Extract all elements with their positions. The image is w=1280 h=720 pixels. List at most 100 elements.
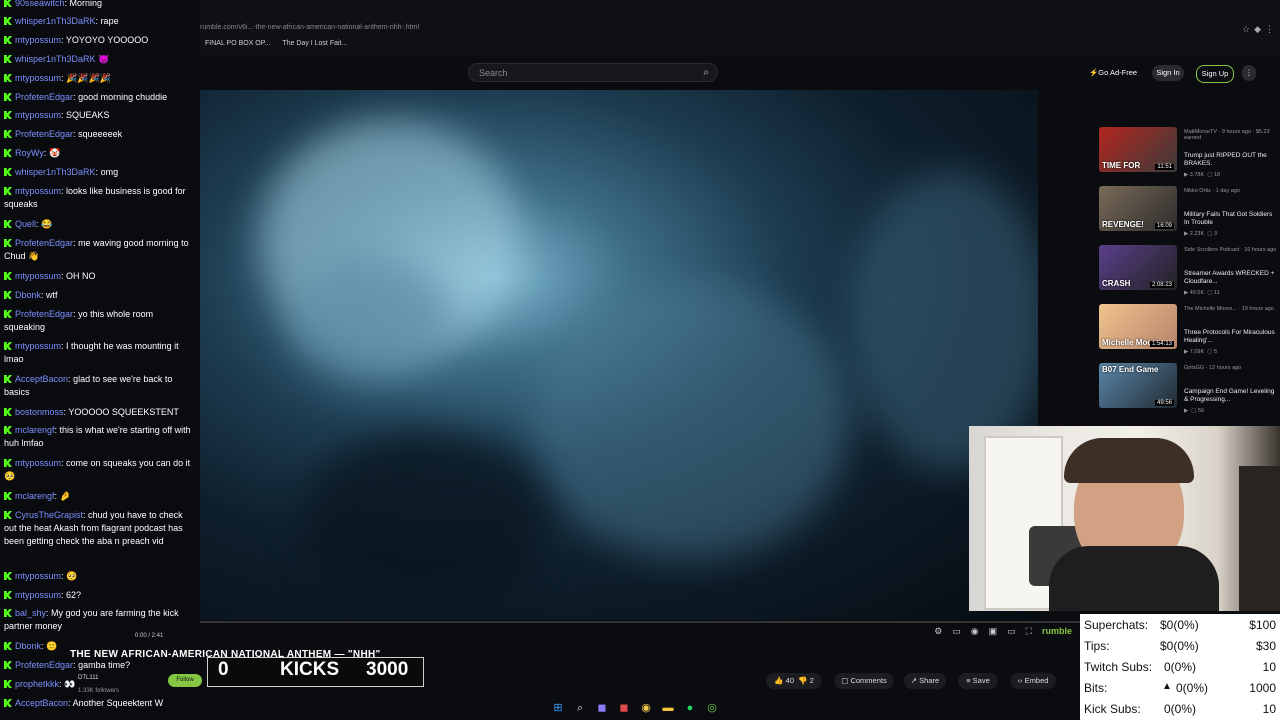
- video-title[interactable]: Trump just RIPPED OUT the BRAKES.: [1184, 152, 1278, 168]
- embed-button[interactable]: ‹› Embed: [1010, 673, 1056, 689]
- recommendation-item[interactable]: Michelle Moore 1:54:13 The Michelle Moor…: [1094, 297, 1280, 356]
- video-player[interactable]: [200, 90, 1038, 620]
- menu-icon[interactable]: ⋮: [1265, 24, 1274, 35]
- chat-username[interactable]: mtypossum: [15, 571, 61, 581]
- chat-username[interactable]: ProfetenEdgar: [15, 660, 73, 670]
- chat-username[interactable]: AcceptBacon: [15, 698, 68, 708]
- save-button[interactable]: ≡ Save: [958, 673, 998, 689]
- chat-text: YOYOYO YOOOOO: [65, 35, 149, 45]
- follow-button[interactable]: Follow: [168, 674, 202, 687]
- comments-button[interactable]: ▢ Comments: [834, 673, 894, 689]
- chat-username[interactable]: ProfetenEdgar: [15, 238, 73, 248]
- bookmark-icon[interactable]: ☆: [1242, 24, 1250, 35]
- recommendations-list: TIME FOR 11:51 MattMorseTV · 9 hours ago…: [1094, 120, 1280, 415]
- teams-icon[interactable]: ◼: [594, 700, 610, 716]
- chat-username[interactable]: ProfetenEdgar: [15, 309, 73, 319]
- chat-username[interactable]: RoyWy: [15, 148, 44, 158]
- channel-meta[interactable]: GritsGG · 12 hours ago: [1184, 365, 1241, 371]
- windows-start-icon[interactable]: ⊞: [550, 700, 566, 716]
- search-icon[interactable]: ⌕: [572, 700, 588, 716]
- xbox-icon[interactable]: ◎: [704, 700, 720, 716]
- chrome-icon[interactable]: ◉: [638, 700, 654, 716]
- sign-up-button[interactable]: Sign Up: [1196, 65, 1234, 83]
- address-bar[interactable]: rumble.com/v6i...-the-new-african-americ…: [200, 24, 419, 31]
- kicks-goal-box: 0 KICKS 3000: [207, 657, 424, 687]
- chat-username[interactable]: AcceptBacon: [15, 374, 68, 384]
- chat-username[interactable]: mclarengf: [15, 425, 55, 435]
- goal-row: Tips: $0(0%) $30: [1084, 639, 1278, 657]
- bookmark-item[interactable]: FINAL PO BOX OP...: [205, 40, 270, 47]
- sign-in-button[interactable]: Sign In: [1152, 65, 1184, 81]
- autoplay-icon[interactable]: ◉: [971, 626, 979, 644]
- channel-meta[interactable]: The Michelle Moore... · 19 hours ago: [1184, 306, 1274, 312]
- chat-username[interactable]: ProfetenEdgar: [15, 92, 73, 102]
- bookmarks-bar: FINAL PO BOX OP... The Day I Lost Fait..…: [205, 40, 347, 47]
- chat-username[interactable]: CyrusTheGrapist: [15, 510, 83, 520]
- fullscreen-icon[interactable]: ⛶: [1026, 626, 1032, 644]
- recommendation-item[interactable]: REVENGE! 16:09 Nikko Ortiz · 1 day ago M…: [1094, 179, 1280, 238]
- thumbs-up-icon[interactable]: 👍: [774, 676, 783, 685]
- recommendation-item[interactable]: B07 End Game 49:56 GritsGG · 12 hours ag…: [1094, 356, 1280, 415]
- chat-text: 🥺: [66, 571, 78, 581]
- video-title[interactable]: Military Fails That Got Soldiers In Trou…: [1184, 211, 1278, 227]
- video-thumbnail[interactable]: REVENGE! 16:09: [1099, 186, 1177, 231]
- chat-username[interactable]: mtypossum: [15, 341, 61, 351]
- chat-username[interactable]: mtypossum: [15, 35, 61, 45]
- bookmark-item[interactable]: The Day I Lost Fait...: [282, 40, 347, 47]
- chat-username[interactable]: bal_shy: [15, 608, 46, 618]
- chat-username[interactable]: whisper1nTh3DaRK: [15, 54, 96, 64]
- comments-icon: ▢: [1207, 349, 1214, 355]
- miniplayer-icon[interactable]: ▣: [989, 626, 998, 644]
- recommendation-item[interactable]: CRASH 2:08:23 Side Scrollers Podcast · 1…: [1094, 238, 1280, 297]
- chat-username[interactable]: bostonmoss: [15, 407, 64, 417]
- theater-icon[interactable]: ▭: [1007, 626, 1016, 644]
- search-input[interactable]: Search ⌕: [468, 63, 718, 82]
- chat-username[interactable]: mtypossum: [15, 110, 61, 120]
- video-title[interactable]: Campaign End Game! Leveling & Progressin…: [1184, 388, 1278, 404]
- views-count: 7.09K: [1189, 349, 1205, 355]
- chat-message: AcceptBacon: glad to see we're back to b…: [4, 374, 173, 397]
- more-menu-button[interactable]: ⋮: [1242, 65, 1256, 81]
- file-explorer-icon[interactable]: ▬: [660, 700, 676, 716]
- chat-message: mtypossum: YOYOYO YOOOOO: [4, 34, 196, 47]
- goal-label: Bits:: [1084, 681, 1108, 695]
- recommendation-item[interactable]: TIME FOR 11:51 MattMorseTV · 9 hours ago…: [1094, 120, 1280, 179]
- video-title[interactable]: Streamer Awards WRECKED + Cloudfare...: [1184, 270, 1278, 286]
- chat-username[interactable]: mtypossum: [15, 73, 61, 83]
- spotify-icon[interactable]: ●: [682, 700, 698, 716]
- chat-username[interactable]: whisper1nTh3DaRK: [15, 167, 96, 177]
- chat-username[interactable]: ProfetenEdgar: [15, 129, 73, 139]
- channel-meta[interactable]: MattMorseTV · 9 hours ago · $5.23 earned: [1184, 129, 1280, 141]
- chat-username[interactable]: whisper1nTh3DaRK: [15, 16, 96, 26]
- chat-username[interactable]: mtypossum: [15, 186, 61, 196]
- settings-icon[interactable]: ⚙: [934, 626, 942, 644]
- channel-name[interactable]: DTL111: [78, 675, 98, 681]
- video-progress-bar[interactable]: [200, 621, 1080, 623]
- chat-username[interactable]: Dbonk: [15, 641, 41, 651]
- chat-username[interactable]: mtypossum: [15, 590, 61, 600]
- chat-message: whisper1nTh3DaRK: omg: [4, 166, 196, 179]
- thumbs-down-icon[interactable]: 👎: [798, 676, 807, 685]
- chat-username[interactable]: Quell: [15, 219, 36, 229]
- chat-username[interactable]: Dbonk: [15, 290, 41, 300]
- video-thumbnail[interactable]: B07 End Game 49:56: [1099, 363, 1177, 408]
- chat-username[interactable]: prophetkkk: [15, 679, 59, 689]
- chat-username[interactable]: 90sseawitch: [15, 0, 65, 8]
- channel-meta[interactable]: Nikko Ortiz · 1 day ago: [1184, 188, 1240, 194]
- channel-meta[interactable]: Side Scrollers Podcast · 16 hours ago: [1184, 247, 1276, 253]
- extension-icon[interactable]: ◆: [1254, 24, 1261, 35]
- go-ad-free-button[interactable]: ⚡Go Ad-Free: [1086, 65, 1140, 81]
- chat-username[interactable]: mclarengf: [15, 491, 55, 501]
- share-button[interactable]: ↗ Share: [904, 673, 946, 689]
- chat-text: gamba time?: [78, 660, 131, 670]
- captions-icon[interactable]: ▭: [952, 626, 961, 644]
- chat-message: Dbonk: wtf: [4, 289, 196, 302]
- video-thumbnail[interactable]: CRASH 2:08:23: [1099, 245, 1177, 290]
- search-icon[interactable]: ⌕: [703, 67, 709, 78]
- chat-username[interactable]: mtypossum: [15, 271, 61, 281]
- video-thumbnail[interactable]: TIME FOR 11:51: [1099, 127, 1177, 172]
- video-title[interactable]: Three Protocols For Miraculous Healing'.…: [1184, 329, 1278, 345]
- chat-username[interactable]: mtypossum: [15, 458, 61, 468]
- app-icon[interactable]: ◼: [616, 700, 632, 716]
- video-thumbnail[interactable]: Michelle Moore 1:54:13: [1099, 304, 1177, 349]
